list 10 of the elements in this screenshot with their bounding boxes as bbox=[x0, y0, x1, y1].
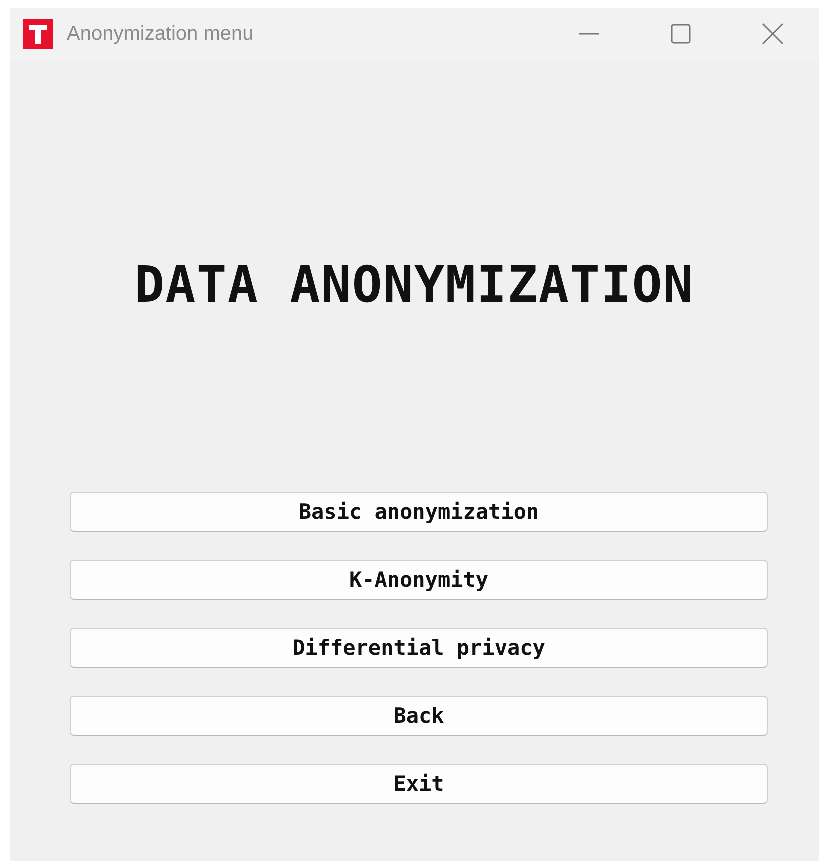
menu-button[interactable]: Back bbox=[70, 696, 768, 736]
heading: DATA ANONYMIZATION bbox=[134, 256, 694, 314]
menu-button[interactable]: Differential privacy bbox=[70, 628, 768, 668]
menu-button[interactable]: K-Anonymity bbox=[70, 560, 768, 600]
close-icon[interactable] bbox=[762, 23, 784, 45]
window-title: Anonymization menu bbox=[67, 22, 254, 46]
maximize-icon[interactable] bbox=[670, 23, 692, 45]
app-icon bbox=[23, 19, 53, 49]
menu-button[interactable]: Basic anonymization bbox=[70, 492, 768, 532]
menu-button[interactable]: Exit bbox=[70, 764, 768, 804]
